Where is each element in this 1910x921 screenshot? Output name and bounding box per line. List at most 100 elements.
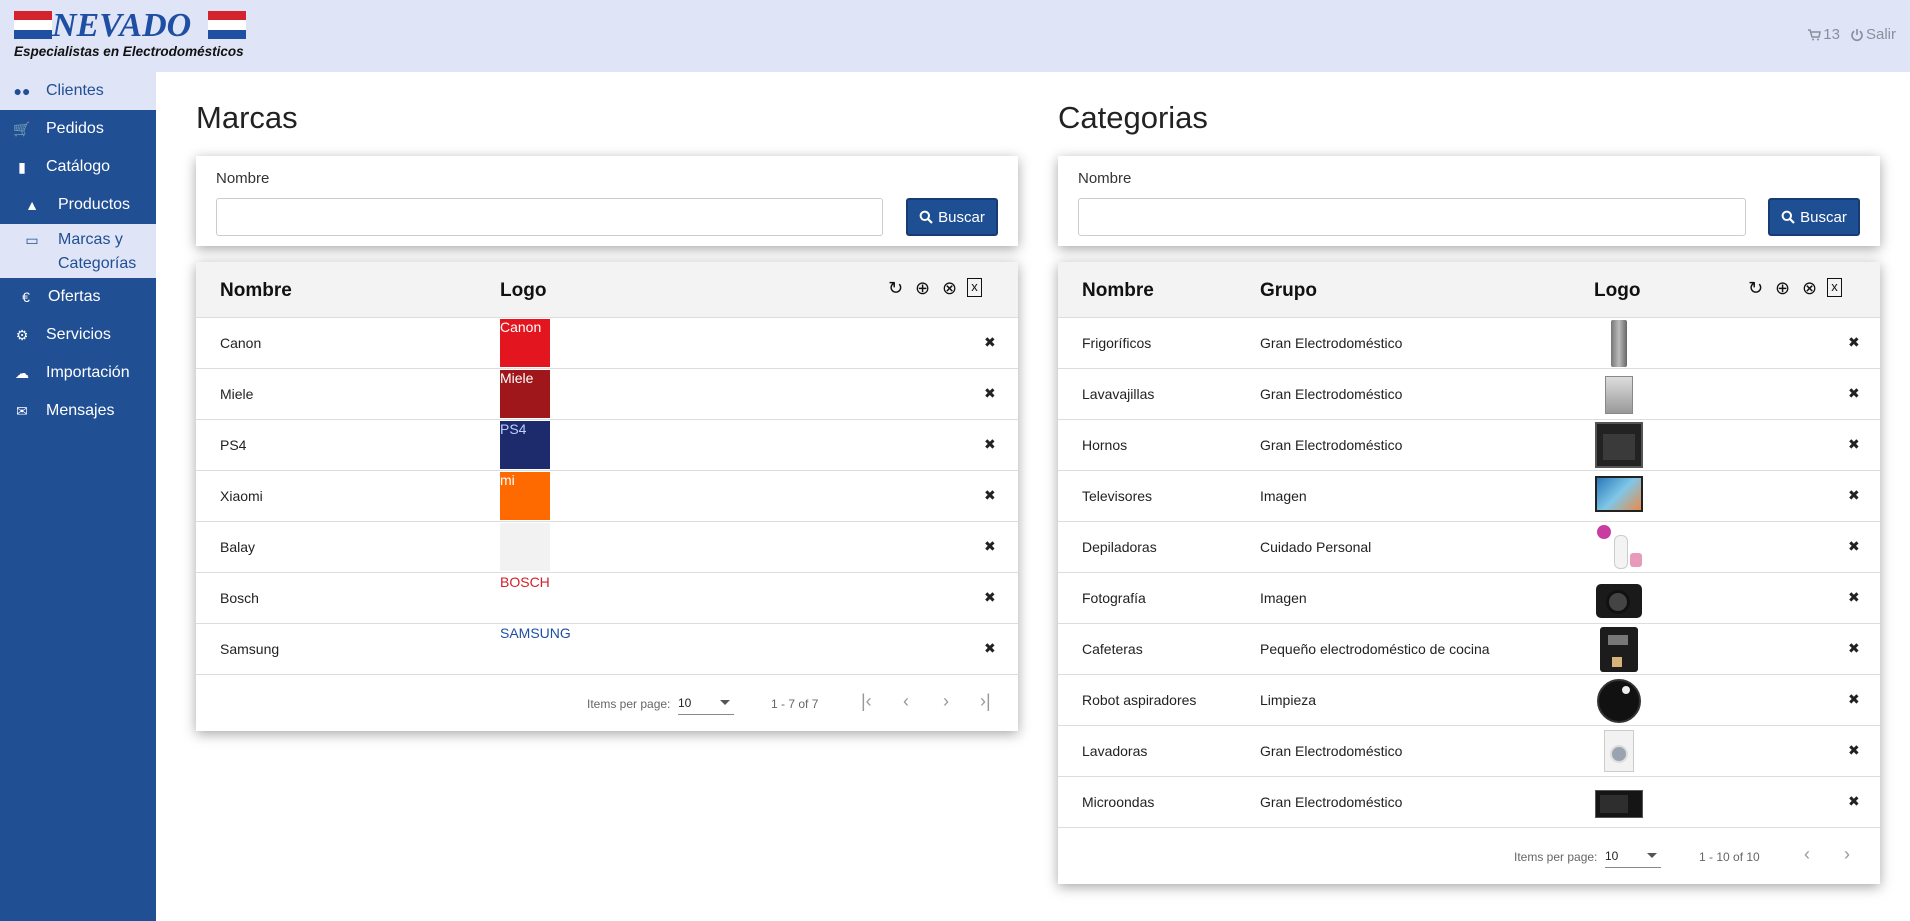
- categorias-search-card: Nombre Buscar: [1058, 156, 1880, 246]
- cell-nombre: Frigoríficos: [1082, 335, 1152, 351]
- users-icon: ●●: [13, 83, 31, 99]
- delete-icon[interactable]: ✖: [984, 538, 996, 555]
- delete-icon[interactable]: ✖: [1848, 742, 1860, 759]
- table-row[interactable]: Robot aspiradores Limpieza ✖: [1058, 675, 1880, 726]
- marcas-search-button[interactable]: Buscar: [906, 198, 998, 236]
- column-header-logo[interactable]: Logo: [500, 280, 546, 302]
- clear-circle-icon[interactable]: ⊗: [1800, 278, 1819, 299]
- cell-grupo: Cuidado Personal: [1260, 539, 1372, 555]
- cloud-upload-icon: ☁: [15, 364, 29, 381]
- delete-icon[interactable]: ✖: [984, 436, 996, 453]
- add-circle-icon[interactable]: ⊕: [1773, 278, 1792, 299]
- logo-word: NEVADO: [52, 7, 192, 44]
- column-header-nombre[interactable]: Nombre: [1082, 280, 1154, 302]
- cubes-icon: ▲: [25, 197, 39, 213]
- table-row[interactable]: Televisores Imagen ✖: [1058, 471, 1880, 522]
- items-per-page-select[interactable]: 10: [678, 693, 734, 715]
- column-header-logo[interactable]: Logo: [1594, 280, 1640, 302]
- clear-circle-icon[interactable]: ⊗: [940, 278, 959, 299]
- table-row[interactable]: Miele Miele ✖: [196, 369, 1018, 420]
- table-row[interactable]: Xiaomi mi ✖: [196, 471, 1018, 522]
- page-range: 1 - 10 of 10: [1699, 850, 1760, 864]
- delete-icon[interactable]: ✖: [1848, 385, 1860, 402]
- add-circle-icon[interactable]: ⊕: [913, 278, 932, 299]
- table-row[interactable]: Bosch BOSCH ✖: [196, 573, 1018, 624]
- logout-button[interactable]: Salir: [1850, 26, 1896, 43]
- cell-nombre: Depiladoras: [1082, 539, 1157, 555]
- marcas-search-input[interactable]: [216, 198, 883, 236]
- first-page-icon[interactable]: |‹: [861, 691, 872, 712]
- delete-icon[interactable]: ✖: [984, 334, 996, 351]
- prev-page-icon[interactable]: ‹: [903, 691, 909, 712]
- delete-icon[interactable]: ✖: [984, 487, 996, 504]
- categorias-search-input[interactable]: [1078, 198, 1746, 236]
- logout-label: Salir: [1865, 26, 1896, 43]
- sidebar-item-ofertas[interactable]: € Ofertas: [0, 278, 156, 316]
- delete-icon[interactable]: ✖: [984, 640, 996, 657]
- cart-count: 13: [1823, 26, 1840, 43]
- refresh-icon[interactable]: ↻: [1746, 278, 1765, 299]
- next-page-icon[interactable]: ›: [943, 691, 949, 712]
- delete-icon[interactable]: ✖: [1848, 538, 1860, 555]
- delete-icon[interactable]: ✖: [1848, 589, 1860, 606]
- monitor-icon: ▭: [25, 232, 39, 248]
- last-page-icon[interactable]: ›|: [980, 691, 991, 712]
- table-row[interactable]: Depiladoras Cuidado Personal ✖: [1058, 522, 1880, 573]
- cell-grupo: Pequeño electrodoméstico de cocina: [1260, 641, 1490, 657]
- table-row[interactable]: Samsung SAMSUNG ✖: [196, 624, 1018, 675]
- prev-page-icon[interactable]: ‹: [1804, 844, 1810, 865]
- delete-icon[interactable]: ✖: [1848, 793, 1860, 810]
- sidebar-item-label: Clientes: [46, 82, 104, 99]
- flag-icon: [208, 11, 246, 39]
- sidebar-item-servicios[interactable]: ⚙ Servicios: [0, 316, 156, 354]
- delete-icon[interactable]: ✖: [984, 385, 996, 402]
- nevado-logo[interactable]: NEVADO Especialistas en Electrodoméstico…: [14, 7, 246, 62]
- table-row[interactable]: Balay ✖: [196, 522, 1018, 573]
- search-icon: [919, 210, 933, 224]
- epilator-icon: [1594, 523, 1644, 571]
- table-row[interactable]: PS4 PS4 ✖: [196, 420, 1018, 471]
- cart-button[interactable]: 13: [1807, 26, 1840, 43]
- categorias-search-button[interactable]: Buscar: [1768, 198, 1860, 236]
- column-header-nombre[interactable]: Nombre: [220, 280, 292, 302]
- top-bar: NEVADO Especialistas en Electrodoméstico…: [0, 0, 1910, 72]
- delete-icon[interactable]: ✖: [1848, 640, 1860, 657]
- table-row[interactable]: Frigoríficos Gran Electrodoméstico ✖: [1058, 318, 1880, 369]
- table-row[interactable]: Canon Canon ✖: [196, 318, 1018, 369]
- column-header-grupo[interactable]: Grupo: [1260, 280, 1317, 302]
- delete-icon[interactable]: ✖: [1848, 487, 1860, 504]
- cell-nombre: Cafeteras: [1082, 641, 1143, 657]
- sidebar-item-mensajes[interactable]: ✉ Mensajes: [0, 392, 156, 430]
- table-header: Nombre Logo ↻ ⊕ ⊗ x: [196, 262, 1018, 318]
- table-row[interactable]: Hornos Gran Electrodoméstico ✖: [1058, 420, 1880, 471]
- sidebar-item-catalogo[interactable]: ▮ Catálogo: [0, 148, 156, 186]
- delete-icon[interactable]: ✖: [984, 589, 996, 606]
- excel-export-icon[interactable]: x: [967, 278, 982, 297]
- sidebar-item-label: Importación: [46, 364, 130, 381]
- items-per-page-select[interactable]: 10: [1605, 846, 1661, 868]
- sidebar-item-productos[interactable]: ▲ Productos: [0, 186, 156, 224]
- button-label: Buscar: [1800, 208, 1847, 226]
- sidebar-item-clientes[interactable]: ●● Clientes: [0, 72, 156, 110]
- marcas-table: Nombre Logo ↻ ⊕ ⊗ x Canon Canon ✖ Miele Miel…: [196, 262, 1018, 731]
- sidebar-item-pedidos[interactable]: 🛒 Pedidos: [0, 110, 156, 148]
- refresh-icon[interactable]: ↻: [886, 278, 905, 299]
- next-page-icon[interactable]: ›: [1844, 844, 1850, 865]
- table-row[interactable]: Lavadoras Gran Electrodoméstico ✖: [1058, 726, 1880, 777]
- cell-nombre: Lavadoras: [1082, 743, 1148, 759]
- search-label: Nombre: [216, 170, 270, 187]
- sidebar-item-importacion[interactable]: ☁ Importación: [0, 354, 156, 392]
- table-row[interactable]: Lavavajillas Gran Electrodoméstico ✖: [1058, 369, 1880, 420]
- cart-icon: [1808, 29, 1822, 41]
- table-row[interactable]: Microondas Gran Electrodoméstico ✖: [1058, 777, 1880, 828]
- delete-icon[interactable]: ✖: [1848, 691, 1860, 708]
- search-label: Nombre: [1078, 170, 1132, 187]
- delete-icon[interactable]: ✖: [1848, 436, 1860, 453]
- table-row[interactable]: Fotografía Imagen ✖: [1058, 573, 1880, 624]
- delete-icon[interactable]: ✖: [1848, 334, 1860, 351]
- sidebar-item-marcas-categorias[interactable]: ▭ Marcas y Categorías: [0, 224, 156, 278]
- excel-export-icon[interactable]: x: [1827, 278, 1842, 297]
- ps4-logo: PS4: [500, 421, 550, 469]
- cell-nombre: Xiaomi: [220, 488, 263, 504]
- table-row[interactable]: Cafeteras Pequeño electrodoméstico de coc…: [1058, 624, 1880, 675]
